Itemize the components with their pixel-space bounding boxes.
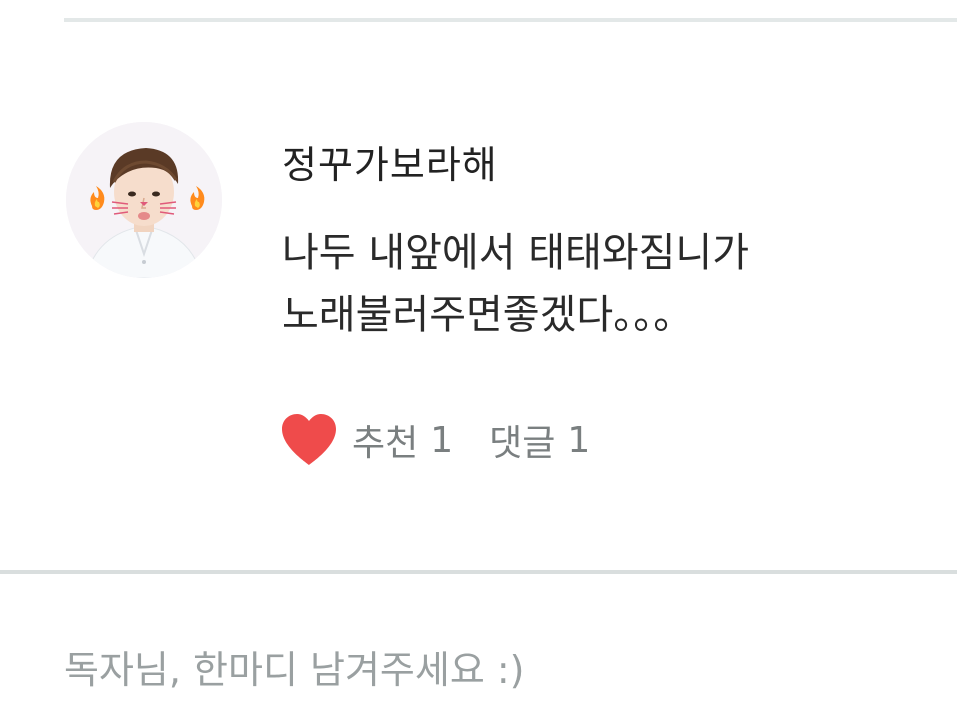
comment-text: 나두 내앞에서 태태와짐니가 노래불러주면좋겠다。。。 xyxy=(282,222,922,346)
bottom-divider xyxy=(0,570,957,574)
avatar[interactable] xyxy=(66,122,222,278)
avatar-image xyxy=(66,122,222,278)
comment-page: 정꾸가보라해 나두 내앞에서 태태와짐니가 노래불러주면좋겠다。。。 추천 1 … xyxy=(0,0,957,717)
heart-icon[interactable] xyxy=(280,413,338,467)
comment-author[interactable]: 정꾸가보라해 xyxy=(282,134,498,189)
recommend-button-label[interactable]: 추천 xyxy=(352,414,418,466)
comment-actions: 추천 1 댓글 1 xyxy=(280,410,590,470)
comment-text-line: 노래불러주면좋겠다。。。 xyxy=(282,292,694,338)
comment-card: 정꾸가보라해 나두 내앞에서 태태와짐니가 노래불러주면좋겠다。。。 추천 1 … xyxy=(0,22,957,570)
reply-count: 1 xyxy=(567,419,591,461)
comment-text-line: 나두 내앞에서 태태와짐니가 xyxy=(282,230,750,276)
reply-button-label[interactable]: 댓글 xyxy=(489,414,555,466)
comment-input[interactable] xyxy=(64,630,944,710)
recommend-count: 1 xyxy=(430,419,454,461)
